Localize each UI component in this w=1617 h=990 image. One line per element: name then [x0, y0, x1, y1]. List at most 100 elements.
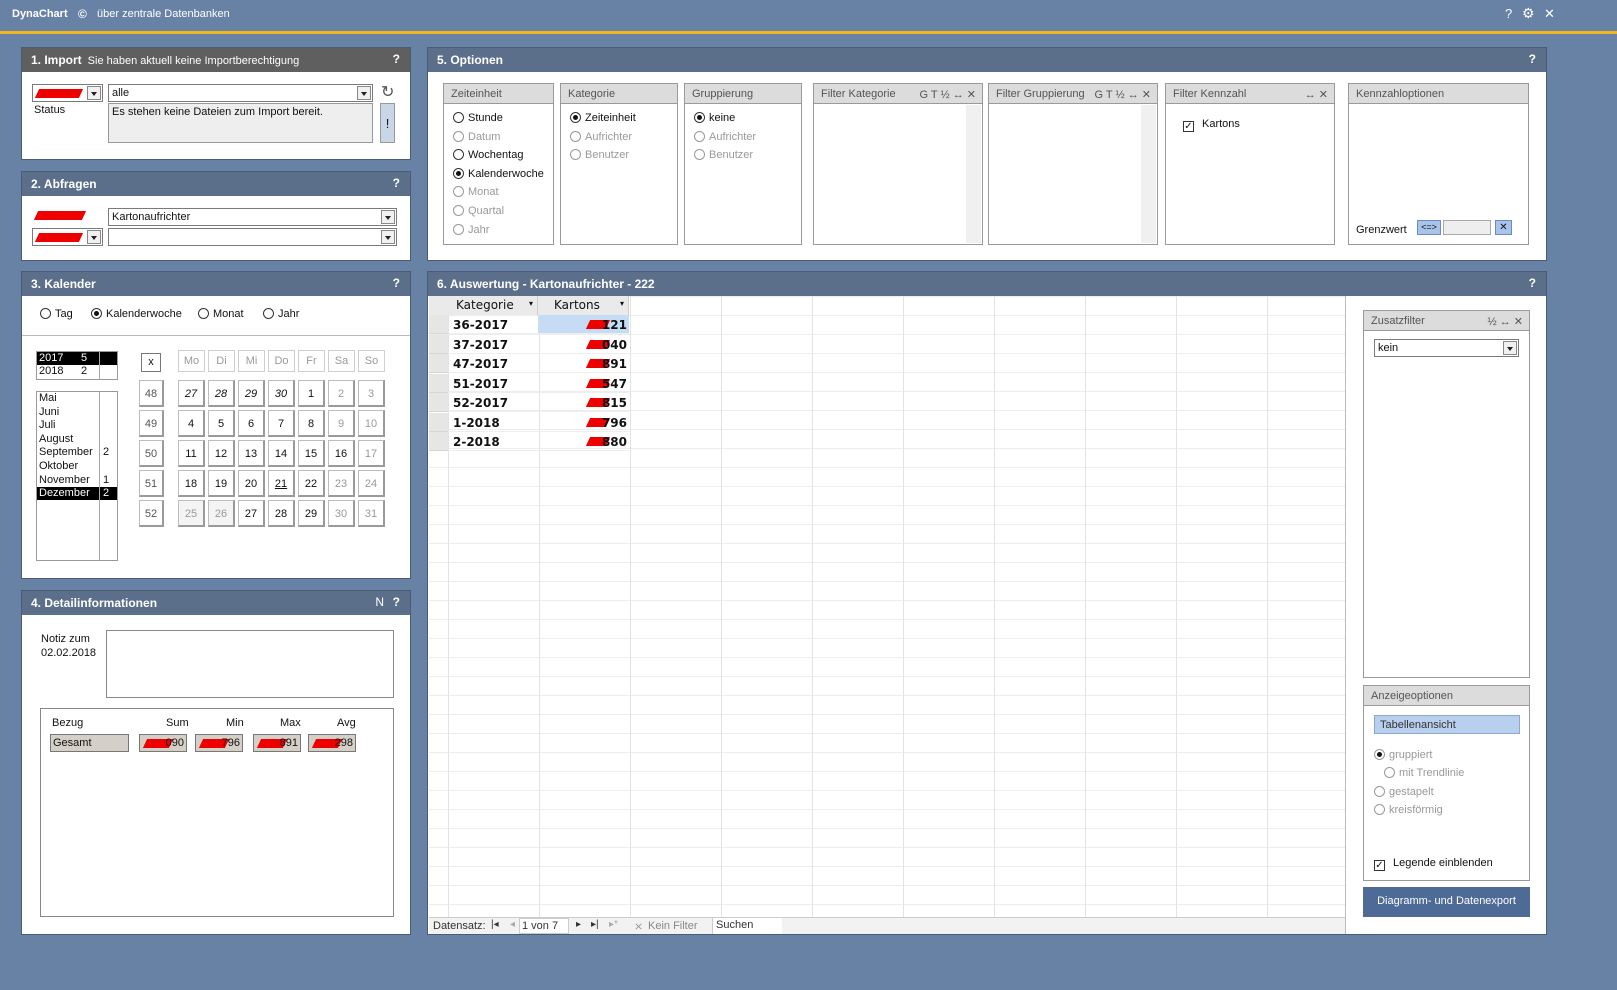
zeiteinheit-option-4[interactable]: Monat: [453, 186, 499, 198]
last-record-icon[interactable]: ▸|: [591, 919, 599, 930]
calendar-mode-monat[interactable]: Monat: [198, 308, 244, 320]
month-item[interactable]: November 1: [37, 474, 117, 487]
day-cell[interactable]: 13: [238, 440, 265, 467]
scrollbar[interactable]: [966, 105, 981, 243]
row-selector[interactable]: [429, 373, 448, 393]
record-position-input[interactable]: 1 von 7: [519, 918, 569, 934]
import-warning-button[interactable]: !: [380, 103, 395, 143]
table-row[interactable]: 51-2017 547: [429, 373, 629, 393]
radio-icon[interactable]: [198, 308, 209, 319]
day-cell[interactable]: 24: [358, 470, 385, 497]
radio-icon[interactable]: [453, 186, 464, 198]
day-cell[interactable]: 1: [298, 380, 325, 407]
radio-icon[interactable]: [40, 308, 51, 319]
note-textarea[interactable]: [106, 630, 394, 698]
radio-icon[interactable]: [694, 149, 705, 161]
gruppierung-option-0[interactable]: keine: [694, 112, 735, 124]
day-cell[interactable]: 12: [208, 440, 235, 467]
row-selector[interactable]: [429, 393, 448, 412]
week-number-51[interactable]: 51: [139, 470, 164, 497]
week-number-48[interactable]: 48: [139, 380, 164, 407]
day-cell[interactable]: 27: [178, 380, 205, 407]
radio-icon[interactable]: [453, 149, 464, 161]
help-icon[interactable]: ?: [393, 176, 400, 190]
col-header-kartons[interactable]: Kartons ▾: [538, 296, 629, 315]
table-row[interactable]: 47-2017 891: [429, 354, 629, 373]
month-item[interactable]: Dezember 2: [37, 487, 117, 501]
grenzwert-input[interactable]: [1443, 220, 1491, 235]
radio-icon[interactable]: [1374, 786, 1385, 797]
select-all-corner[interactable]: [429, 296, 448, 315]
day-cell[interactable]: 7: [268, 410, 295, 437]
chevron-down-icon[interactable]: [381, 230, 395, 244]
zeiteinheit-option-1[interactable]: Datum: [453, 130, 500, 143]
month-item[interactable]: Oktober: [37, 460, 117, 473]
row-selector[interactable]: [429, 354, 448, 373]
radio-icon[interactable]: [453, 130, 464, 142]
table-row[interactable]: 52-2017 815: [429, 393, 629, 412]
close-icon[interactable]: ✕: [1544, 6, 1555, 22]
row-selector[interactable]: [429, 334, 448, 354]
day-cell[interactable]: 29: [298, 500, 325, 527]
day-cell[interactable]: 28: [208, 380, 235, 407]
operator-button[interactable]: <=>: [1417, 220, 1441, 235]
radio-icon[interactable]: [1374, 749, 1385, 760]
zeiteinheit-option-2[interactable]: Wochentag: [453, 149, 523, 161]
export-button[interactable]: Diagramm- und Datenexport: [1363, 887, 1530, 917]
day-cell[interactable]: 27: [238, 500, 265, 527]
month-item[interactable]: Juli: [37, 419, 117, 432]
year-item[interactable]: 2018 2: [37, 365, 117, 378]
sort-icon[interactable]: ▾: [529, 299, 533, 308]
table-row[interactable]: 1-2018 796: [429, 412, 629, 432]
radio-icon[interactable]: [570, 130, 581, 142]
day-cell[interactable]: 29: [238, 380, 265, 407]
first-record-icon[interactable]: |◂: [491, 919, 499, 930]
day-cell[interactable]: 20: [238, 470, 265, 497]
table-row[interactable]: 37-2017 040: [429, 334, 629, 354]
radio-icon[interactable]: [570, 149, 581, 161]
day-cell[interactable]: 9: [328, 410, 355, 437]
calendar-mode-tag[interactable]: Tag: [40, 308, 73, 320]
help-icon[interactable]: ?: [1529, 276, 1536, 290]
table-row[interactable]: 2-2018 880: [429, 432, 629, 451]
day-cell[interactable]: 26: [208, 500, 235, 527]
query-user-combo[interactable]: [32, 228, 103, 246]
query-combo-2[interactable]: [108, 228, 397, 246]
row-selector[interactable]: [429, 432, 448, 451]
refresh-icon[interactable]: ↻: [381, 82, 394, 102]
day-cell[interactable]: 8: [298, 410, 325, 437]
chevron-down-icon[interactable]: [87, 86, 101, 100]
row-selector[interactable]: [429, 412, 448, 432]
radio-icon[interactable]: [1384, 767, 1395, 778]
scrollbar[interactable]: [1141, 105, 1156, 243]
day-cell[interactable]: 6: [238, 410, 265, 437]
calendar-mode-kalenderwoche[interactable]: Kalenderwoche: [91, 308, 182, 320]
new-record-icon[interactable]: ▸*: [609, 919, 618, 930]
year-item[interactable]: 2017 5: [37, 352, 117, 365]
table-row[interactable]: 36-2017 121: [429, 315, 629, 334]
radio-icon[interactable]: [694, 130, 705, 142]
week-number-52[interactable]: 52: [139, 500, 164, 527]
query-combo-1[interactable]: Kartonaufrichter: [108, 208, 397, 226]
radio-icon[interactable]: [694, 112, 705, 123]
help-icon[interactable]: ?: [393, 595, 400, 609]
display-option-1[interactable]: mit Trendlinie: [1384, 767, 1464, 779]
radio-icon[interactable]: [263, 308, 274, 319]
day-cell[interactable]: 17: [358, 440, 385, 467]
import-source-combo[interactable]: [32, 84, 103, 102]
day-cell[interactable]: 5: [208, 410, 235, 437]
day-cell[interactable]: 14: [268, 440, 295, 467]
search-input[interactable]: Suchen: [712, 918, 782, 934]
day-cell[interactable]: 4: [178, 410, 205, 437]
chevron-down-icon[interactable]: [381, 210, 395, 224]
radio-icon[interactable]: [453, 205, 464, 216]
day-cell[interactable]: 16: [328, 440, 355, 467]
table-view-button[interactable]: Tabellenansicht: [1374, 715, 1520, 734]
import-file-combo[interactable]: alle: [108, 84, 373, 102]
clear-grenzwert-button[interactable]: ✕: [1495, 220, 1512, 235]
day-cell[interactable]: 2: [328, 380, 355, 407]
prev-record-icon[interactable]: ◂: [510, 919, 515, 930]
calendar-mode-jahr[interactable]: Jahr: [263, 308, 299, 320]
legend-checkbox[interactable]: ✓ Legende einblenden: [1374, 857, 1493, 871]
day-cell[interactable]: 15: [298, 440, 325, 467]
